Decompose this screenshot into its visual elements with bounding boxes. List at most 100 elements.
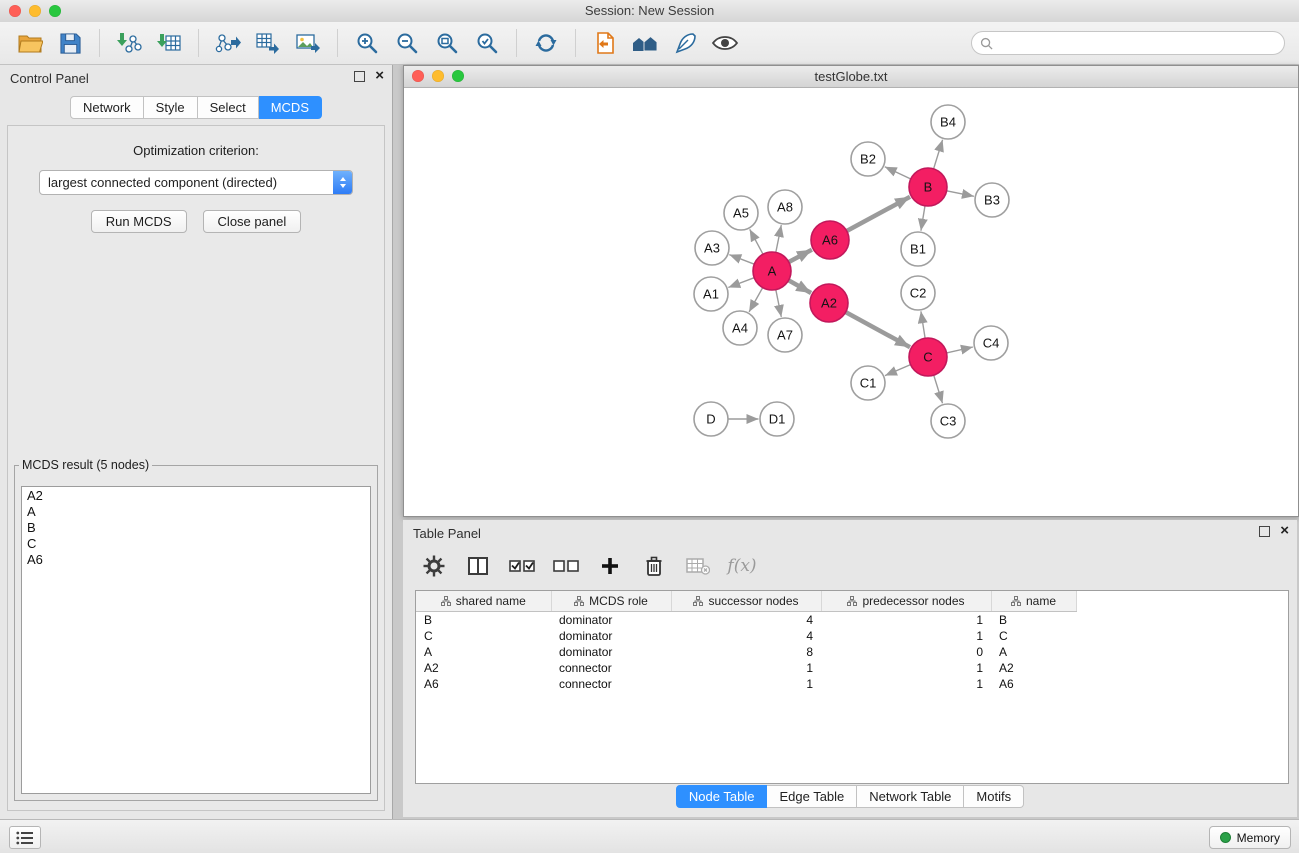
graph-edge-A6-B[interactable]	[847, 197, 910, 231]
graph-edge-B-B1[interactable]	[921, 206, 925, 231]
table-cell[interactable]: A2	[991, 660, 1076, 676]
graph-edge-C-C3[interactable]	[934, 375, 943, 403]
save-session-button[interactable]	[50, 25, 90, 61]
column-header-MCDS-role[interactable]: MCDS role	[551, 591, 671, 612]
graph-edge-B-B2[interactable]	[885, 167, 911, 179]
graph-edge-C-C1[interactable]	[885, 365, 911, 376]
table-tab-motifs[interactable]: Motifs	[964, 785, 1024, 808]
table-cell[interactable]: 1	[671, 660, 821, 676]
table-row[interactable]: A6connector11A6	[416, 676, 1076, 692]
import-network-button[interactable]	[109, 25, 149, 61]
graph-edge-A-A4[interactable]	[749, 288, 763, 312]
deselect-all-button[interactable]	[551, 551, 581, 581]
table-cell[interactable]: connector	[551, 676, 671, 692]
network-graph-canvas[interactable]: B4B2BB3A5A8A6B1A3AC2A1A2A4A7C4CC1C3DD1	[404, 88, 1296, 515]
network-window-titlebar[interactable]: testGlobe.txt	[404, 66, 1298, 88]
table-cell[interactable]: 8	[671, 644, 821, 660]
result-item[interactable]: A2	[22, 488, 370, 504]
delete-table-button[interactable]	[683, 551, 713, 581]
table-cell[interactable]: 0	[821, 644, 991, 660]
result-item[interactable]: C	[22, 536, 370, 552]
search-input[interactable]	[998, 35, 1276, 51]
import-table-button[interactable]	[149, 25, 189, 61]
export-network-button[interactable]	[208, 25, 248, 61]
apply-layout-button[interactable]	[526, 25, 566, 61]
zoom-selected-button[interactable]	[467, 25, 507, 61]
show-columns-button[interactable]	[463, 551, 493, 581]
table-cell[interactable]: 1	[821, 676, 991, 692]
graph-edge-C-C4[interactable]	[947, 347, 973, 353]
memory-button[interactable]: Memory	[1209, 826, 1291, 849]
graph-edge-B-B3[interactable]	[947, 191, 974, 197]
tab-style[interactable]: Style	[144, 96, 198, 119]
optimization-dropdown[interactable]: largest connected component (directed)	[39, 170, 353, 195]
table-row[interactable]: Bdominator41B	[416, 612, 1076, 629]
function-builder-button[interactable]: f(x)	[727, 551, 757, 581]
table-tab-edge-table[interactable]: Edge Table	[767, 785, 857, 808]
close-panel-icon[interactable]: ×	[375, 70, 384, 82]
table-cell[interactable]: connector	[551, 660, 671, 676]
delete-column-button[interactable]	[639, 551, 669, 581]
table-cell[interactable]: 1	[671, 676, 821, 692]
result-item[interactable]: A6	[22, 552, 370, 568]
mcds-result-list[interactable]: A2ABCA6	[21, 486, 371, 794]
result-item[interactable]: A	[22, 504, 370, 520]
table-cell[interactable]: 4	[671, 628, 821, 644]
show-hide-button[interactable]	[705, 25, 745, 61]
table-cell[interactable]: A6	[991, 676, 1076, 692]
task-history-button[interactable]	[9, 826, 41, 849]
close-panel-button[interactable]: Close panel	[203, 210, 302, 233]
float-table-panel-icon[interactable]	[1259, 526, 1270, 537]
table-tab-network-table[interactable]: Network Table	[857, 785, 964, 808]
column-header-predecessor-nodes[interactable]: predecessor nodes	[821, 591, 991, 612]
table-cell[interactable]: B	[991, 612, 1076, 629]
zoom-in-button[interactable]	[347, 25, 387, 61]
table-row[interactable]: Adominator80A	[416, 644, 1076, 660]
table-cell[interactable]: 4	[671, 612, 821, 629]
panels-button[interactable]	[625, 25, 665, 61]
zoom-out-button[interactable]	[387, 25, 427, 61]
table-cell[interactable]: A2	[416, 660, 551, 676]
column-header-name[interactable]: name	[991, 591, 1076, 612]
tab-select[interactable]: Select	[198, 96, 259, 119]
graph-edge-A-A5[interactable]	[750, 229, 763, 254]
tab-mcds[interactable]: MCDS	[259, 96, 322, 119]
run-mcds-button[interactable]: Run MCDS	[91, 210, 187, 233]
table-cell[interactable]: A6	[416, 676, 551, 692]
table-cell[interactable]: dominator	[551, 628, 671, 644]
graph-edge-A-A2[interactable]	[789, 280, 812, 293]
table-cell[interactable]: dominator	[551, 612, 671, 629]
table-row[interactable]: A2connector11A2	[416, 660, 1076, 676]
table-tab-node-table[interactable]: Node Table	[676, 785, 768, 808]
table-settings-button[interactable]	[419, 551, 449, 581]
graph-edge-A-A3[interactable]	[729, 255, 754, 265]
zoom-fit-button[interactable]	[427, 25, 467, 61]
table-row[interactable]: Cdominator41C	[416, 628, 1076, 644]
column-header-successor-nodes[interactable]: successor nodes	[671, 591, 821, 612]
graph-edge-A-A6[interactable]	[789, 250, 812, 262]
table-cell[interactable]: dominator	[551, 644, 671, 660]
table-cell[interactable]: C	[416, 628, 551, 644]
close-table-panel-icon[interactable]: ×	[1280, 525, 1289, 537]
graph-edge-A-A7[interactable]	[776, 290, 782, 317]
help-document-button[interactable]	[585, 25, 625, 61]
table-cell[interactable]: 1	[821, 612, 991, 629]
float-panel-icon[interactable]	[354, 71, 365, 82]
result-item[interactable]: B	[22, 520, 370, 536]
table-cell[interactable]: B	[416, 612, 551, 629]
export-table-button[interactable]	[248, 25, 288, 61]
select-all-button[interactable]	[507, 551, 537, 581]
graph-edge-A-A1[interactable]	[728, 278, 754, 288]
table-cell[interactable]: A	[991, 644, 1076, 660]
graph-edge-A-A8[interactable]	[776, 225, 782, 252]
table-cell[interactable]: 1	[821, 660, 991, 676]
graph-edge-B-B4[interactable]	[934, 140, 943, 169]
table-cell[interactable]: 1	[821, 628, 991, 644]
column-header-shared-name[interactable]: shared name	[416, 591, 551, 612]
add-column-button[interactable]	[595, 551, 625, 581]
graph-edge-C-C2[interactable]	[921, 311, 925, 338]
open-session-button[interactable]	[10, 25, 50, 61]
table-cell[interactable]: A	[416, 644, 551, 660]
table-cell[interactable]: C	[991, 628, 1076, 644]
graph-edge-A2-C[interactable]	[846, 312, 910, 347]
